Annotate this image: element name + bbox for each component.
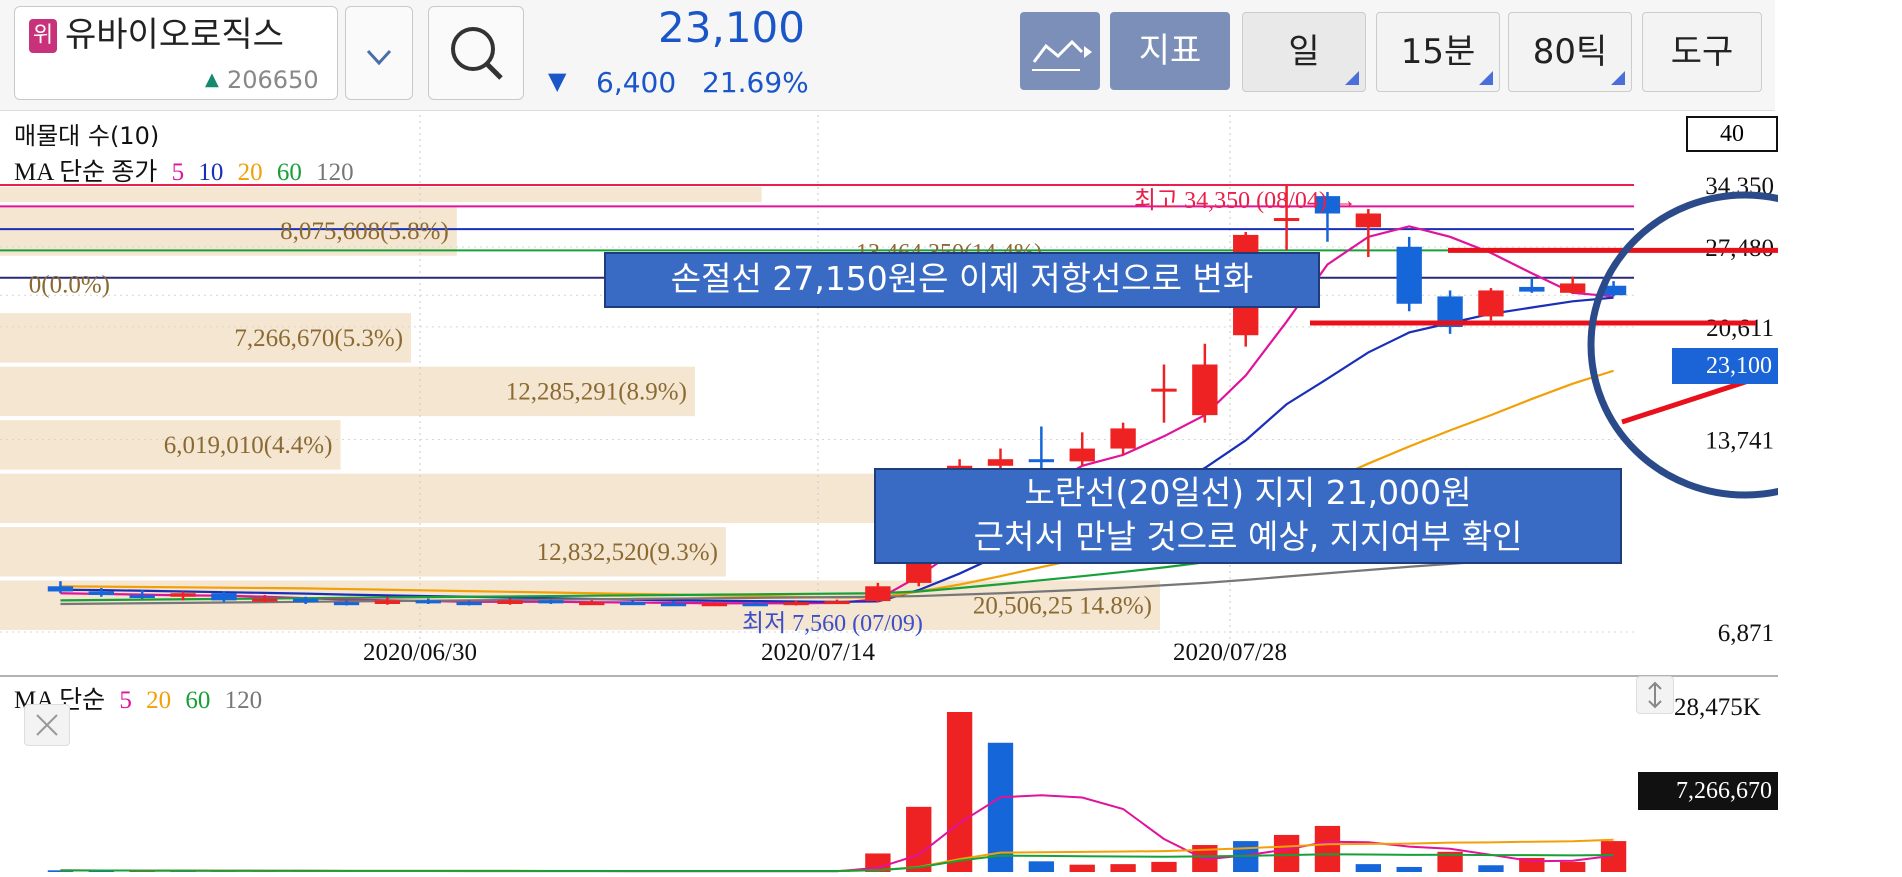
- candle-body: [1519, 286, 1545, 292]
- volume-bar: [1069, 864, 1095, 872]
- volume-bar: [1273, 834, 1300, 872]
- volume-current-tag: 7,266,670: [1638, 772, 1778, 810]
- candle-body: [1560, 283, 1586, 293]
- volume-profile-label: 12,832,520(9.3%): [537, 539, 718, 566]
- resize-handle-button[interactable]: [1636, 676, 1674, 714]
- y-axis-label: 6,871: [1718, 620, 1774, 647]
- candle-body: [456, 602, 482, 606]
- candle-body: [987, 459, 1014, 466]
- volume-profile-label: 7,266,670(5.3%): [234, 325, 403, 352]
- volume-ma-5: 5: [119, 687, 132, 714]
- candle-body: [415, 600, 441, 604]
- low-annotation: 최저 7,560 (07/09): [742, 611, 923, 637]
- candle-body: [1151, 388, 1177, 392]
- volume-bar: [1478, 865, 1504, 872]
- volume-bar: [1028, 861, 1055, 872]
- candle-body: [1355, 213, 1382, 228]
- volume-profile-label: 20,506,25 14.8%): [973, 592, 1152, 619]
- volume-ma-20: 20: [146, 687, 172, 714]
- volume-profile-label: 6,019,010(4.4%): [164, 432, 333, 459]
- candle-body: [1273, 218, 1300, 222]
- x-axis-label: 2020/07/28: [1173, 639, 1287, 666]
- candle-body: [292, 598, 319, 603]
- updown-arrow-icon: [1648, 681, 1662, 709]
- candle-body: [1069, 448, 1095, 462]
- candle-body: [252, 598, 278, 602]
- volume-bar: [1560, 861, 1586, 872]
- volume-ma-60: 60: [185, 687, 211, 714]
- volume-profile-label: 8,075,608(5.8%): [280, 218, 449, 245]
- close-panel-button[interactable]: [24, 704, 70, 746]
- candle-body: [660, 603, 687, 607]
- candle-body: [88, 591, 114, 596]
- volume-bar: [1396, 866, 1422, 872]
- volume-bar: [1314, 825, 1341, 872]
- volume-ma-line: [60, 794, 1614, 873]
- current-price-tag: 23,100: [1672, 348, 1778, 384]
- close-icon: [36, 714, 58, 736]
- candle-body: [1192, 364, 1218, 416]
- x-axis-label: 2020/06/30: [363, 639, 477, 666]
- price-chart[interactable]: 20,506,25 14.8%) 12,832,520(9.3%) 6,019,01…: [0, 0, 1902, 877]
- volume-max-label: 28,475K: [1674, 694, 1761, 721]
- high-annotation: 최고 34,350 (08/04) →: [1134, 188, 1357, 214]
- volume-profile-bar: [0, 187, 762, 203]
- annotation-support-line1: 노란선(20일선) 지지 21,000원: [1024, 473, 1472, 512]
- volume-ma-120: 120: [224, 687, 263, 714]
- candle-body: [497, 600, 523, 604]
- y-axis-label: 20,611: [1706, 315, 1774, 342]
- volume-bar: [1110, 864, 1136, 872]
- volume-bar: [906, 806, 932, 872]
- y-axis-label: 13,741: [1705, 427, 1774, 454]
- volume-profile-label: 12,285,291(8.9%): [506, 378, 687, 405]
- chart-app: 위 유바이오로직스 ▲ 206650 23,100 ▼ 6,400 21.69%…: [0, 0, 1902, 877]
- right-edge-strip: [1778, 110, 1902, 877]
- candle-body: [538, 600, 564, 604]
- candle-body: [47, 586, 74, 592]
- candle-body: [170, 593, 196, 597]
- volume-profile-label: 0(0.0%): [29, 271, 110, 298]
- volume-profile-bar: [0, 473, 906, 523]
- volume-bar: [1355, 864, 1382, 872]
- annotation-stoploss: 손절선 27,150원은 이제 저항선으로 변화: [604, 252, 1320, 308]
- candle-body: [333, 602, 360, 606]
- candle-body: [1396, 246, 1422, 304]
- candle-body: [1028, 459, 1055, 463]
- candle-body: [211, 593, 237, 601]
- annotation-support-line2: 근처서 만날 것으로 예상, 지지여부 확인: [973, 517, 1523, 556]
- annotation-support: 노란선(20일선) 지지 21,000원 근처서 만날 것으로 예상, 지지여부…: [874, 468, 1622, 564]
- x-axis-label: 2020/07/14: [761, 639, 875, 666]
- candle-body: [701, 603, 728, 607]
- volume-bar: [946, 712, 973, 872]
- candle-body: [1110, 428, 1136, 449]
- candle-body: [619, 602, 646, 606]
- candle-body: [129, 595, 155, 599]
- candle-body: [579, 602, 605, 606]
- volume-bar: [1151, 861, 1177, 872]
- candle-body: [865, 586, 891, 602]
- candle-body: [1478, 290, 1504, 317]
- candle-body: [374, 600, 401, 604]
